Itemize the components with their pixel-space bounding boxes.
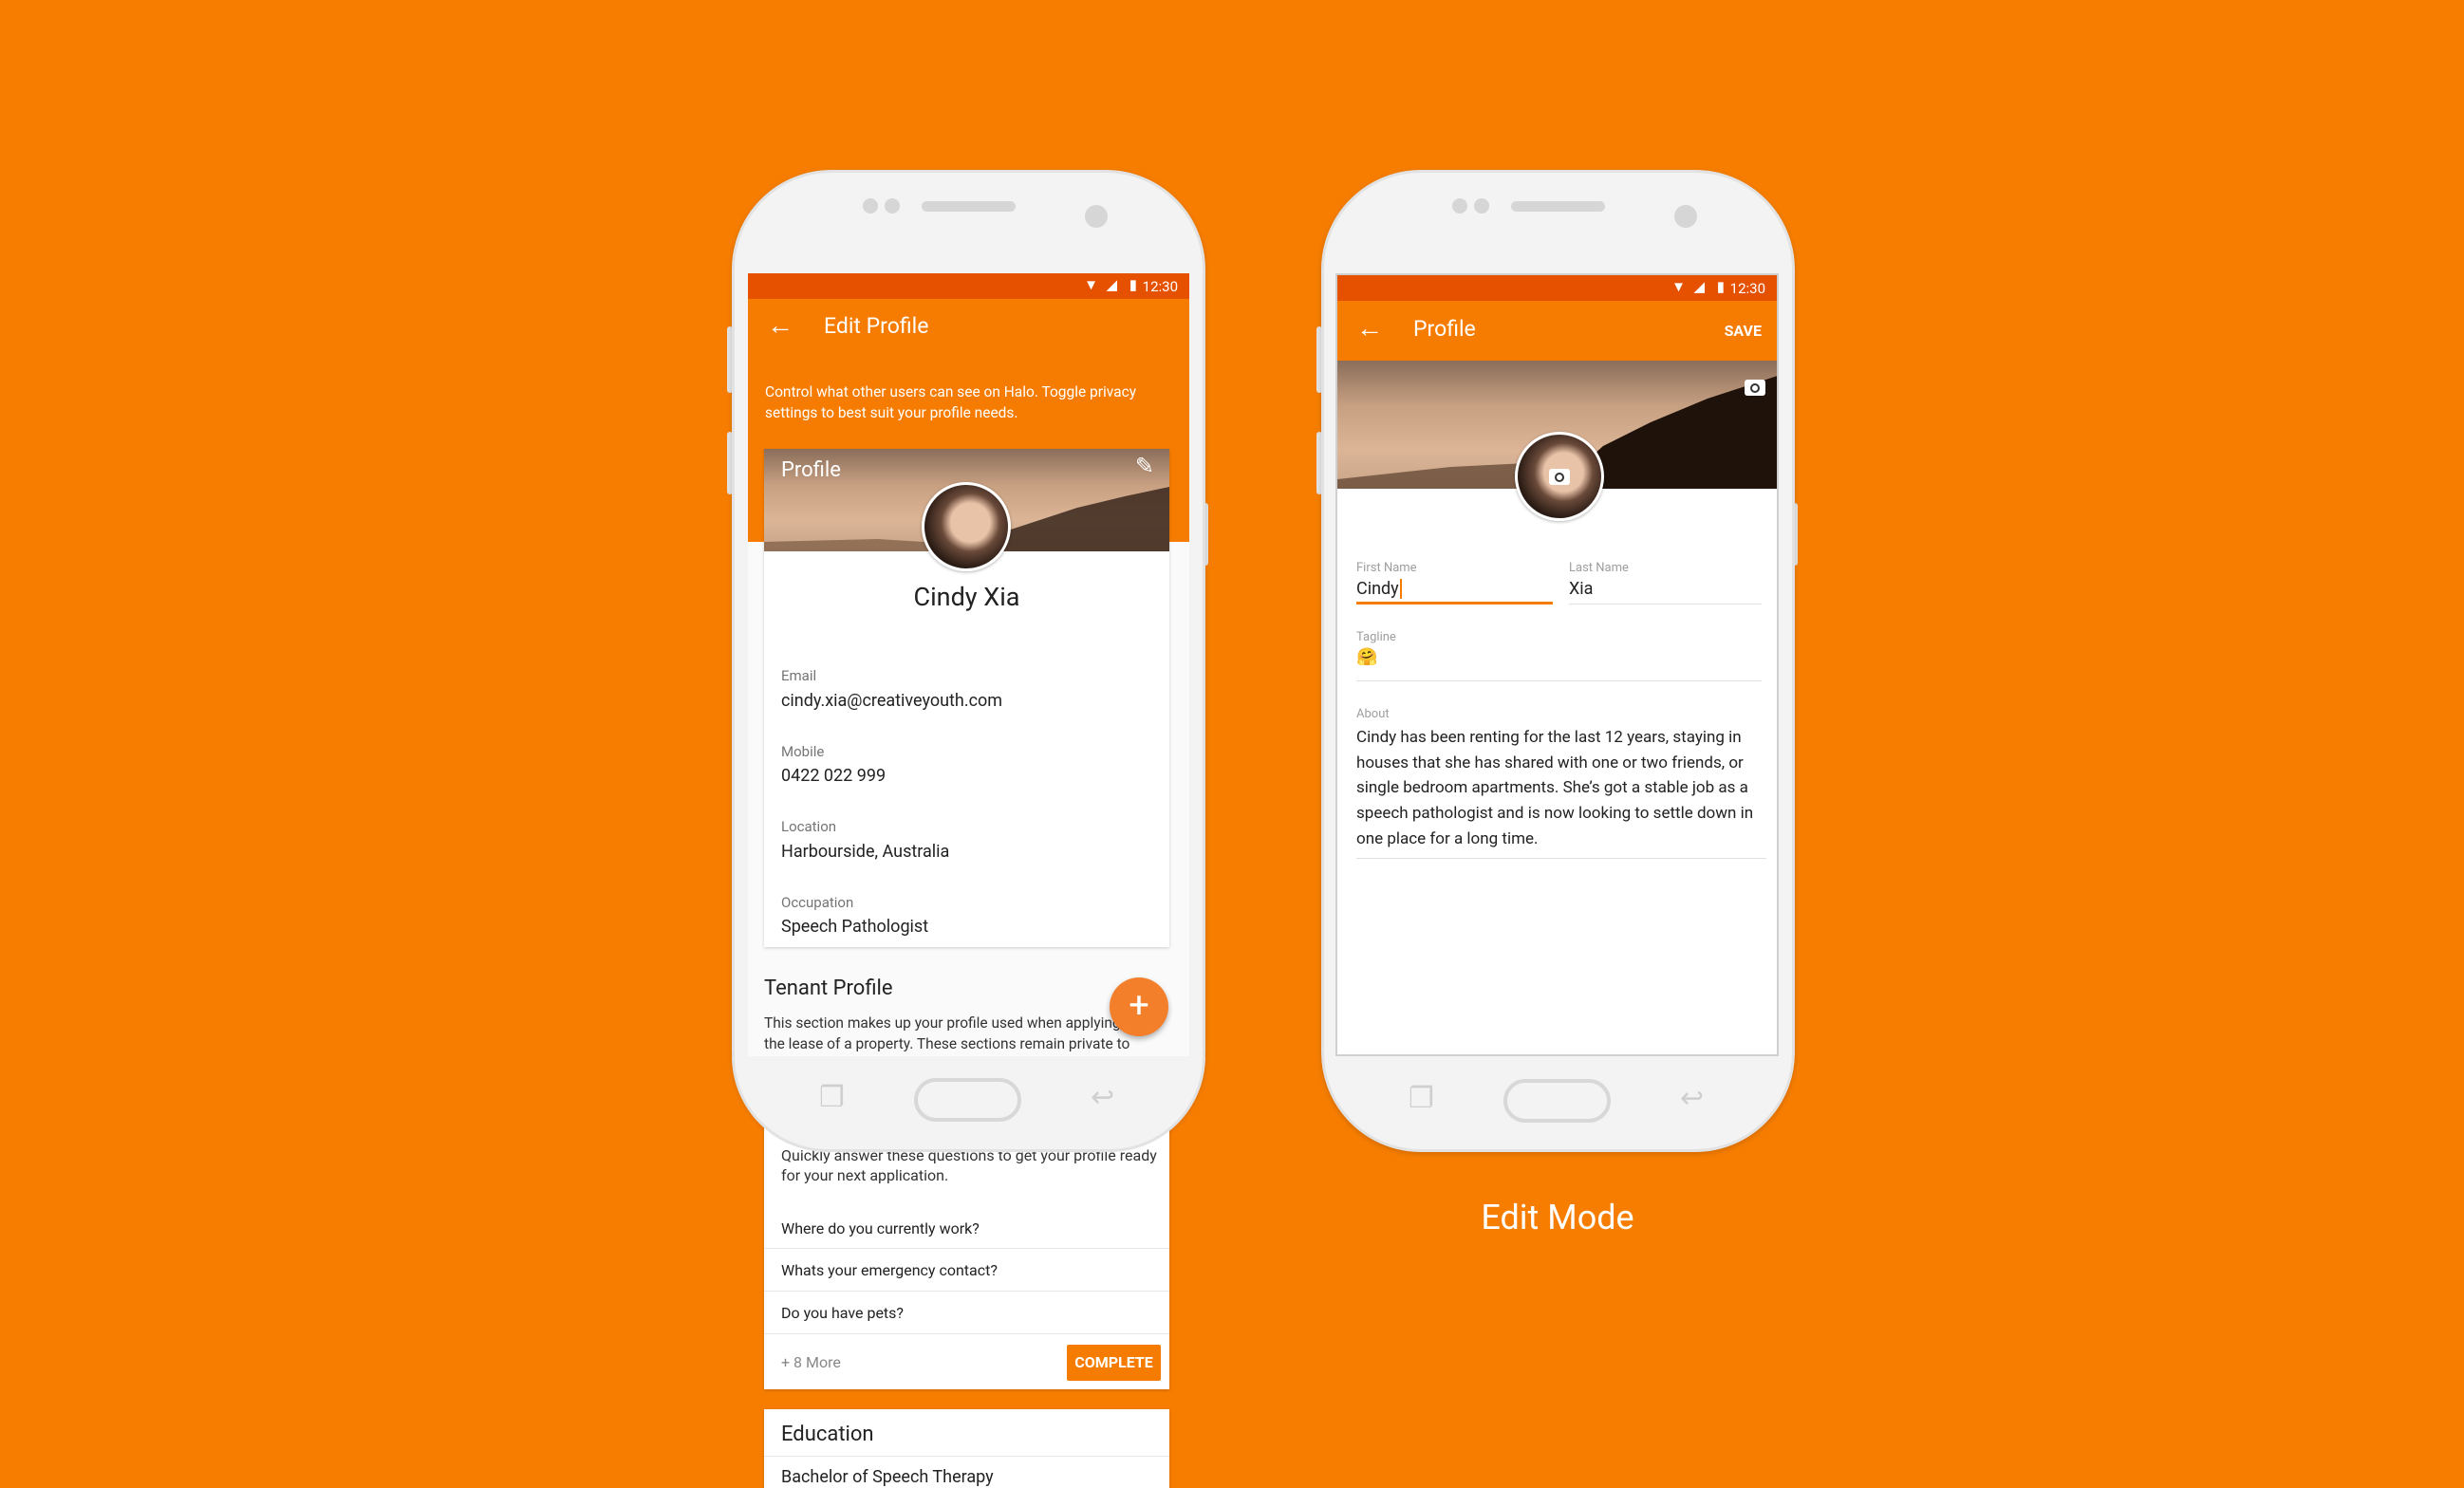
page-title: Edit Profile [824, 313, 929, 339]
recent-apps-icon[interactable]: ❐ [819, 1081, 845, 1114]
tenant-profile-heading: Tenant Profile [764, 976, 893, 1000]
location-value: Harbourside, Australia [781, 842, 950, 862]
sensor-dot [863, 198, 878, 214]
app-bar: ← Profile SAVE [1337, 301, 1777, 361]
wifi-icon: ▼ [1671, 278, 1686, 295]
education-item: Bachelor of Speech Therapy [781, 1467, 994, 1487]
avatar [922, 482, 1011, 571]
page-title: Profile [1413, 316, 1476, 342]
home-button[interactable] [1503, 1079, 1611, 1123]
back-arrow-icon[interactable]: ← [1356, 315, 1383, 342]
question-item[interactable]: Do you have pets? [764, 1292, 1169, 1334]
question-item[interactable]: Whats your emergency contact? [764, 1249, 1169, 1292]
more-questions-link[interactable]: + 8 More [781, 1353, 841, 1371]
avatar[interactable] [1515, 432, 1604, 521]
mobile-label: Mobile [781, 743, 825, 760]
education-heading: Education [781, 1423, 874, 1446]
status-bar: ▼ ◢ ▮ 12:30 [748, 273, 1189, 299]
back-nav-icon[interactable]: ↩ [1091, 1081, 1114, 1114]
back-nav-icon[interactable]: ↩ [1680, 1082, 1704, 1115]
profile-heading: Profile [781, 458, 841, 482]
sensor-dot [885, 198, 900, 214]
battery-icon: ▮ [1716, 278, 1725, 295]
occupation-label: Occupation [781, 894, 854, 911]
location-label: Location [781, 818, 837, 835]
sensor-dot [1452, 198, 1467, 214]
right-screen: ▼ ◢ ▮ 12:30 ← Profile SAVE First Name Ci… [1335, 273, 1779, 1056]
edit-pencil-icon[interactable]: ✎ [1135, 453, 1154, 479]
occupation-value: Speech Pathologist [781, 917, 929, 937]
email-label: Email [781, 667, 817, 684]
first-name-input[interactable]: Cindy [1356, 579, 1553, 604]
about-textarea[interactable]: Cindy has been renting for the last 12 y… [1356, 725, 1766, 859]
tagline-input[interactable]: 🤗 [1356, 647, 1762, 681]
privacy-description: Control what other users can see on Halo… [765, 383, 1137, 421]
last-name-input[interactable]: Xia [1569, 579, 1762, 604]
wifi-icon: ▼ [1084, 276, 1098, 293]
avatar-camera-icon[interactable] [1549, 469, 1570, 485]
question-item[interactable]: Where do you currently work? [764, 1208, 1169, 1249]
complete-button[interactable]: COMPLETE [1067, 1345, 1161, 1381]
education-card: Education Bachelor of Speech Therapy [764, 1409, 1169, 1488]
edit-mode-caption: Edit Mode [1481, 1198, 1634, 1237]
questions-intro: for your next application. [781, 1166, 949, 1184]
back-arrow-icon[interactable]: ← [767, 312, 793, 339]
signal-icon: ◢ [1693, 278, 1705, 295]
mobile-value: 0422 022 999 [781, 766, 887, 786]
left-screen: ▼ ◢ ▮ 12:30 ← Edit Profile Control what … [748, 273, 1189, 1488]
front-camera [1085, 205, 1108, 228]
add-fab-button[interactable]: + [1110, 977, 1168, 1036]
about-label: About [1356, 707, 1390, 721]
save-button[interactable]: SAVE [1725, 322, 1762, 340]
battery-icon: ▮ [1129, 276, 1137, 293]
profile-card: Profile ✎ Cindy Xia Email cindy.xia@crea… [764, 449, 1169, 947]
sensor-dot [1474, 198, 1489, 214]
tagline-label: Tagline [1356, 630, 1396, 644]
cover-camera-icon[interactable] [1745, 380, 1765, 396]
tenant-description: This section makes up your profile used … [764, 1014, 1121, 1032]
signal-icon: ◢ [1106, 276, 1117, 293]
last-name-label: Last Name [1569, 561, 1629, 575]
status-bar: ▼ ◢ ▮ 12:30 [1337, 275, 1777, 301]
recent-apps-icon[interactable]: ❐ [1409, 1082, 1434, 1115]
home-button[interactable] [914, 1078, 1021, 1122]
first-name-label: First Name [1356, 561, 1417, 575]
tenant-description: the lease of a property. These sections … [764, 1035, 1130, 1052]
speaker [922, 201, 1016, 212]
email-value: cindy.xia@creativeyouth.com [781, 691, 1003, 711]
speaker [1511, 201, 1605, 212]
phone-bottom-bezel-left: ❐ ↩ [732, 1056, 1205, 1152]
user-name: Cindy Xia [913, 582, 1020, 612]
front-camera [1674, 205, 1697, 228]
